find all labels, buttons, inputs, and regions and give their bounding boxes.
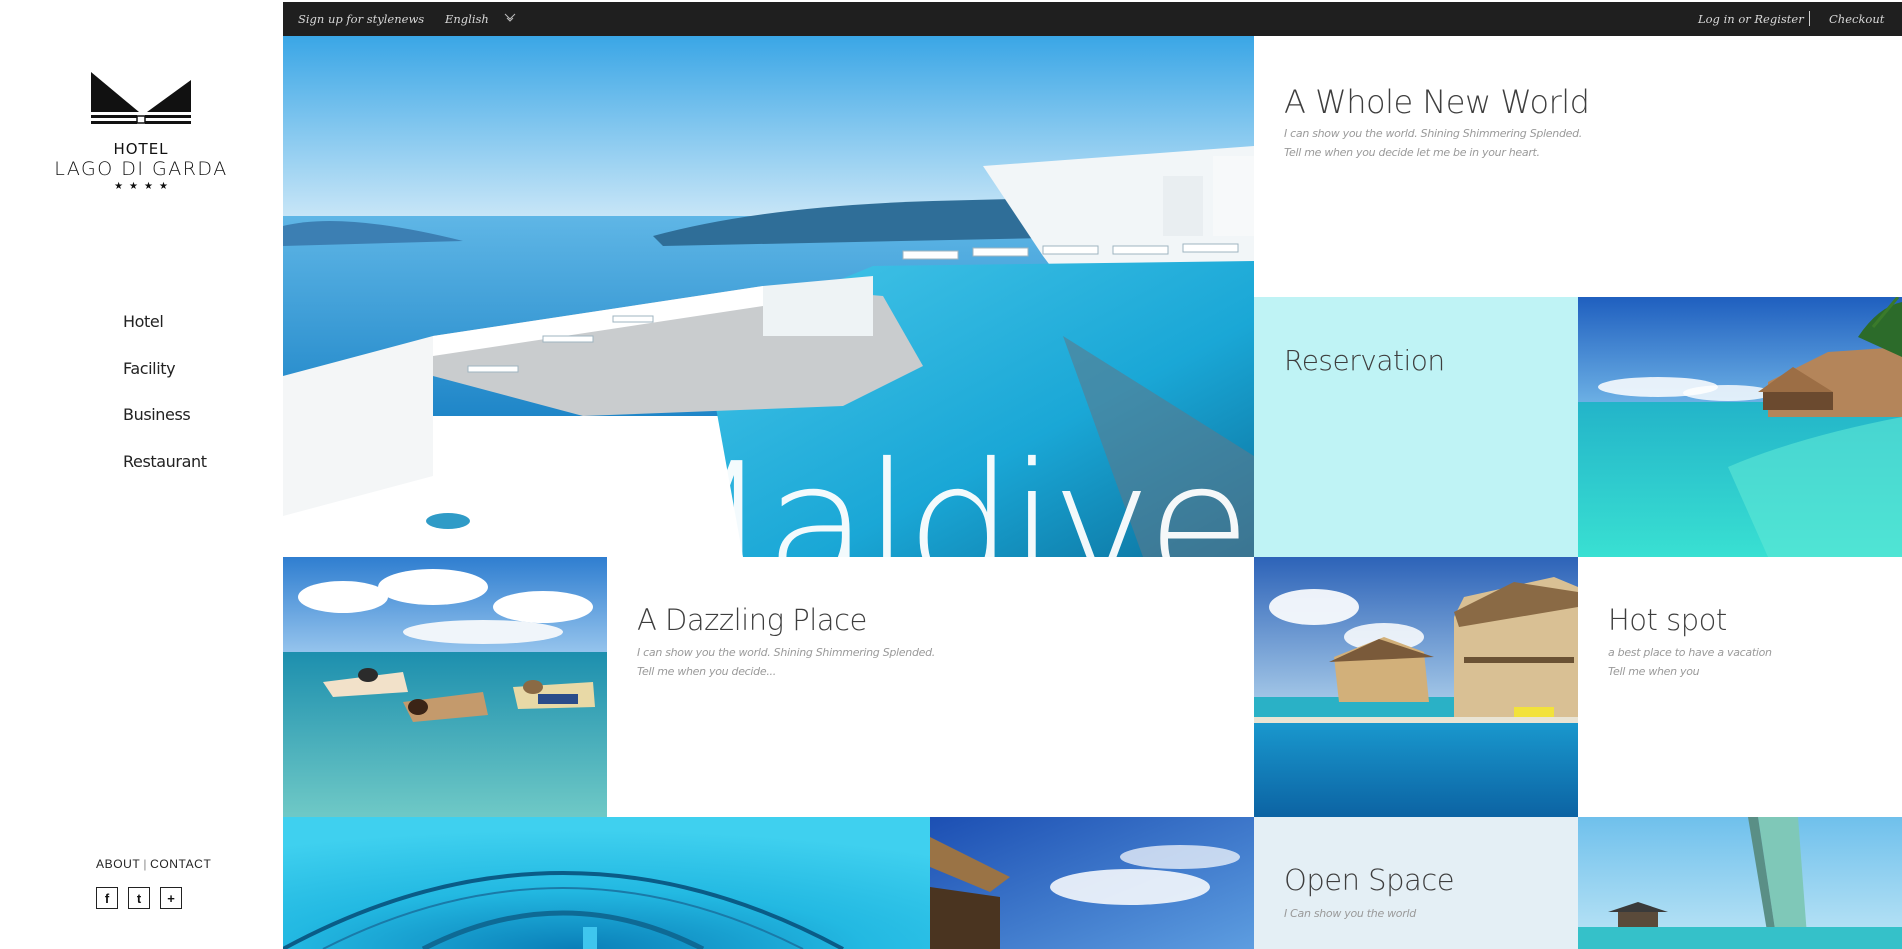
chevron-down-icon[interactable] — [504, 10, 516, 24]
facebook-icon[interactable]: f — [96, 887, 118, 909]
logo-stars: ★★★★ — [114, 181, 174, 192]
logo-hotel-word: HOTEL — [113, 140, 169, 158]
dazzling-place-line2: Tell me when you decide... — [637, 665, 776, 678]
dazzling-place-tile[interactable]: A Dazzling Place I can show you the worl… — [607, 557, 1254, 817]
dazzling-place-title: A Dazzling Place — [637, 603, 867, 637]
whole-new-world-tile[interactable]: A Whole New World I can show you the wor… — [1254, 36, 1902, 297]
newsletter-signup-link[interactable]: Sign up for stylenews — [298, 12, 424, 26]
beach-sail-image — [1578, 817, 1902, 949]
hot-spot-tile[interactable]: Hot spot a best place to have a vacation… — [1578, 557, 1902, 817]
hotel-logo[interactable]: HOTEL LAGO DI GARDA ★★★★ — [53, 72, 229, 192]
nav-item-hotel[interactable]: Hotel — [123, 312, 207, 359]
logo-hotel-name: LAGO DI GARDA — [54, 158, 228, 180]
hut-sky-image-tile[interactable] — [930, 817, 1254, 949]
hot-spot-line1: a best place to have a vacation — [1608, 646, 1772, 659]
open-space-title: Open Space — [1284, 863, 1455, 897]
swimmers-image — [283, 557, 607, 817]
nav-item-facility[interactable]: Facility — [123, 359, 207, 406]
nav-item-restaurant[interactable]: Restaurant — [123, 452, 207, 499]
hero-title: Maldives — [623, 427, 1254, 557]
sidebar: HOTEL LAGO DI GARDA ★★★★ Hotel Facility … — [0, 0, 283, 949]
swimmers-image-tile[interactable] — [283, 557, 607, 817]
main-nav: Hotel Facility Business Restaurant — [123, 312, 207, 498]
whole-new-world-line2: Tell me when you decide let me be in you… — [1284, 146, 1540, 159]
dazzling-place-line1: I can show you the world. Shining Shimme… — [637, 646, 935, 659]
open-space-tile[interactable]: Open Space I Can show you the world — [1254, 817, 1578, 949]
top-bar: Sign up for stylenews English Log in or … — [283, 2, 1902, 36]
footer-separator: | — [143, 857, 148, 871]
checkout-link[interactable]: Checkout — [1829, 12, 1884, 26]
open-space-line1: I Can show you the world — [1284, 907, 1416, 920]
reservation-tile[interactable]: Reservation — [1254, 297, 1578, 557]
hot-spot-title: Hot spot — [1608, 603, 1727, 637]
underwater-image-tile[interactable] — [283, 817, 930, 949]
whole-new-world-title: A Whole New World — [1284, 83, 1590, 121]
beach-sail-image-tile[interactable] — [1578, 817, 1902, 949]
hot-spot-line2: Tell me when you — [1608, 665, 1700, 678]
login-register-link[interactable]: Log in or Register — [1698, 12, 1804, 26]
resort-pool-image — [1254, 557, 1578, 817]
reservation-title: Reservation — [1284, 344, 1445, 377]
topbar-divider — [1809, 11, 1810, 26]
hero-image-tile[interactable]: Maldives — [283, 36, 1254, 557]
contact-link[interactable]: CONTACT — [150, 857, 211, 871]
social-links: f t + — [96, 887, 182, 909]
footer-links: ABOUT | CONTACT — [96, 857, 211, 871]
nav-item-business[interactable]: Business — [123, 405, 207, 452]
resort-pool-image-tile[interactable] — [1254, 557, 1578, 817]
hut-sky-image — [930, 817, 1254, 949]
whole-new-world-line1: I can show you the world. Shining Shimme… — [1284, 127, 1582, 140]
language-select[interactable]: English — [445, 12, 489, 26]
about-link[interactable]: ABOUT — [96, 857, 140, 871]
water-bungalows-image — [1578, 297, 1902, 557]
plus-icon[interactable]: + — [160, 887, 182, 909]
water-bungalows-image-tile[interactable] — [1578, 297, 1902, 557]
underwater-tunnel-image — [283, 817, 930, 949]
twitter-icon[interactable]: t — [128, 887, 150, 909]
hotel-logo-mark-icon — [91, 72, 191, 124]
